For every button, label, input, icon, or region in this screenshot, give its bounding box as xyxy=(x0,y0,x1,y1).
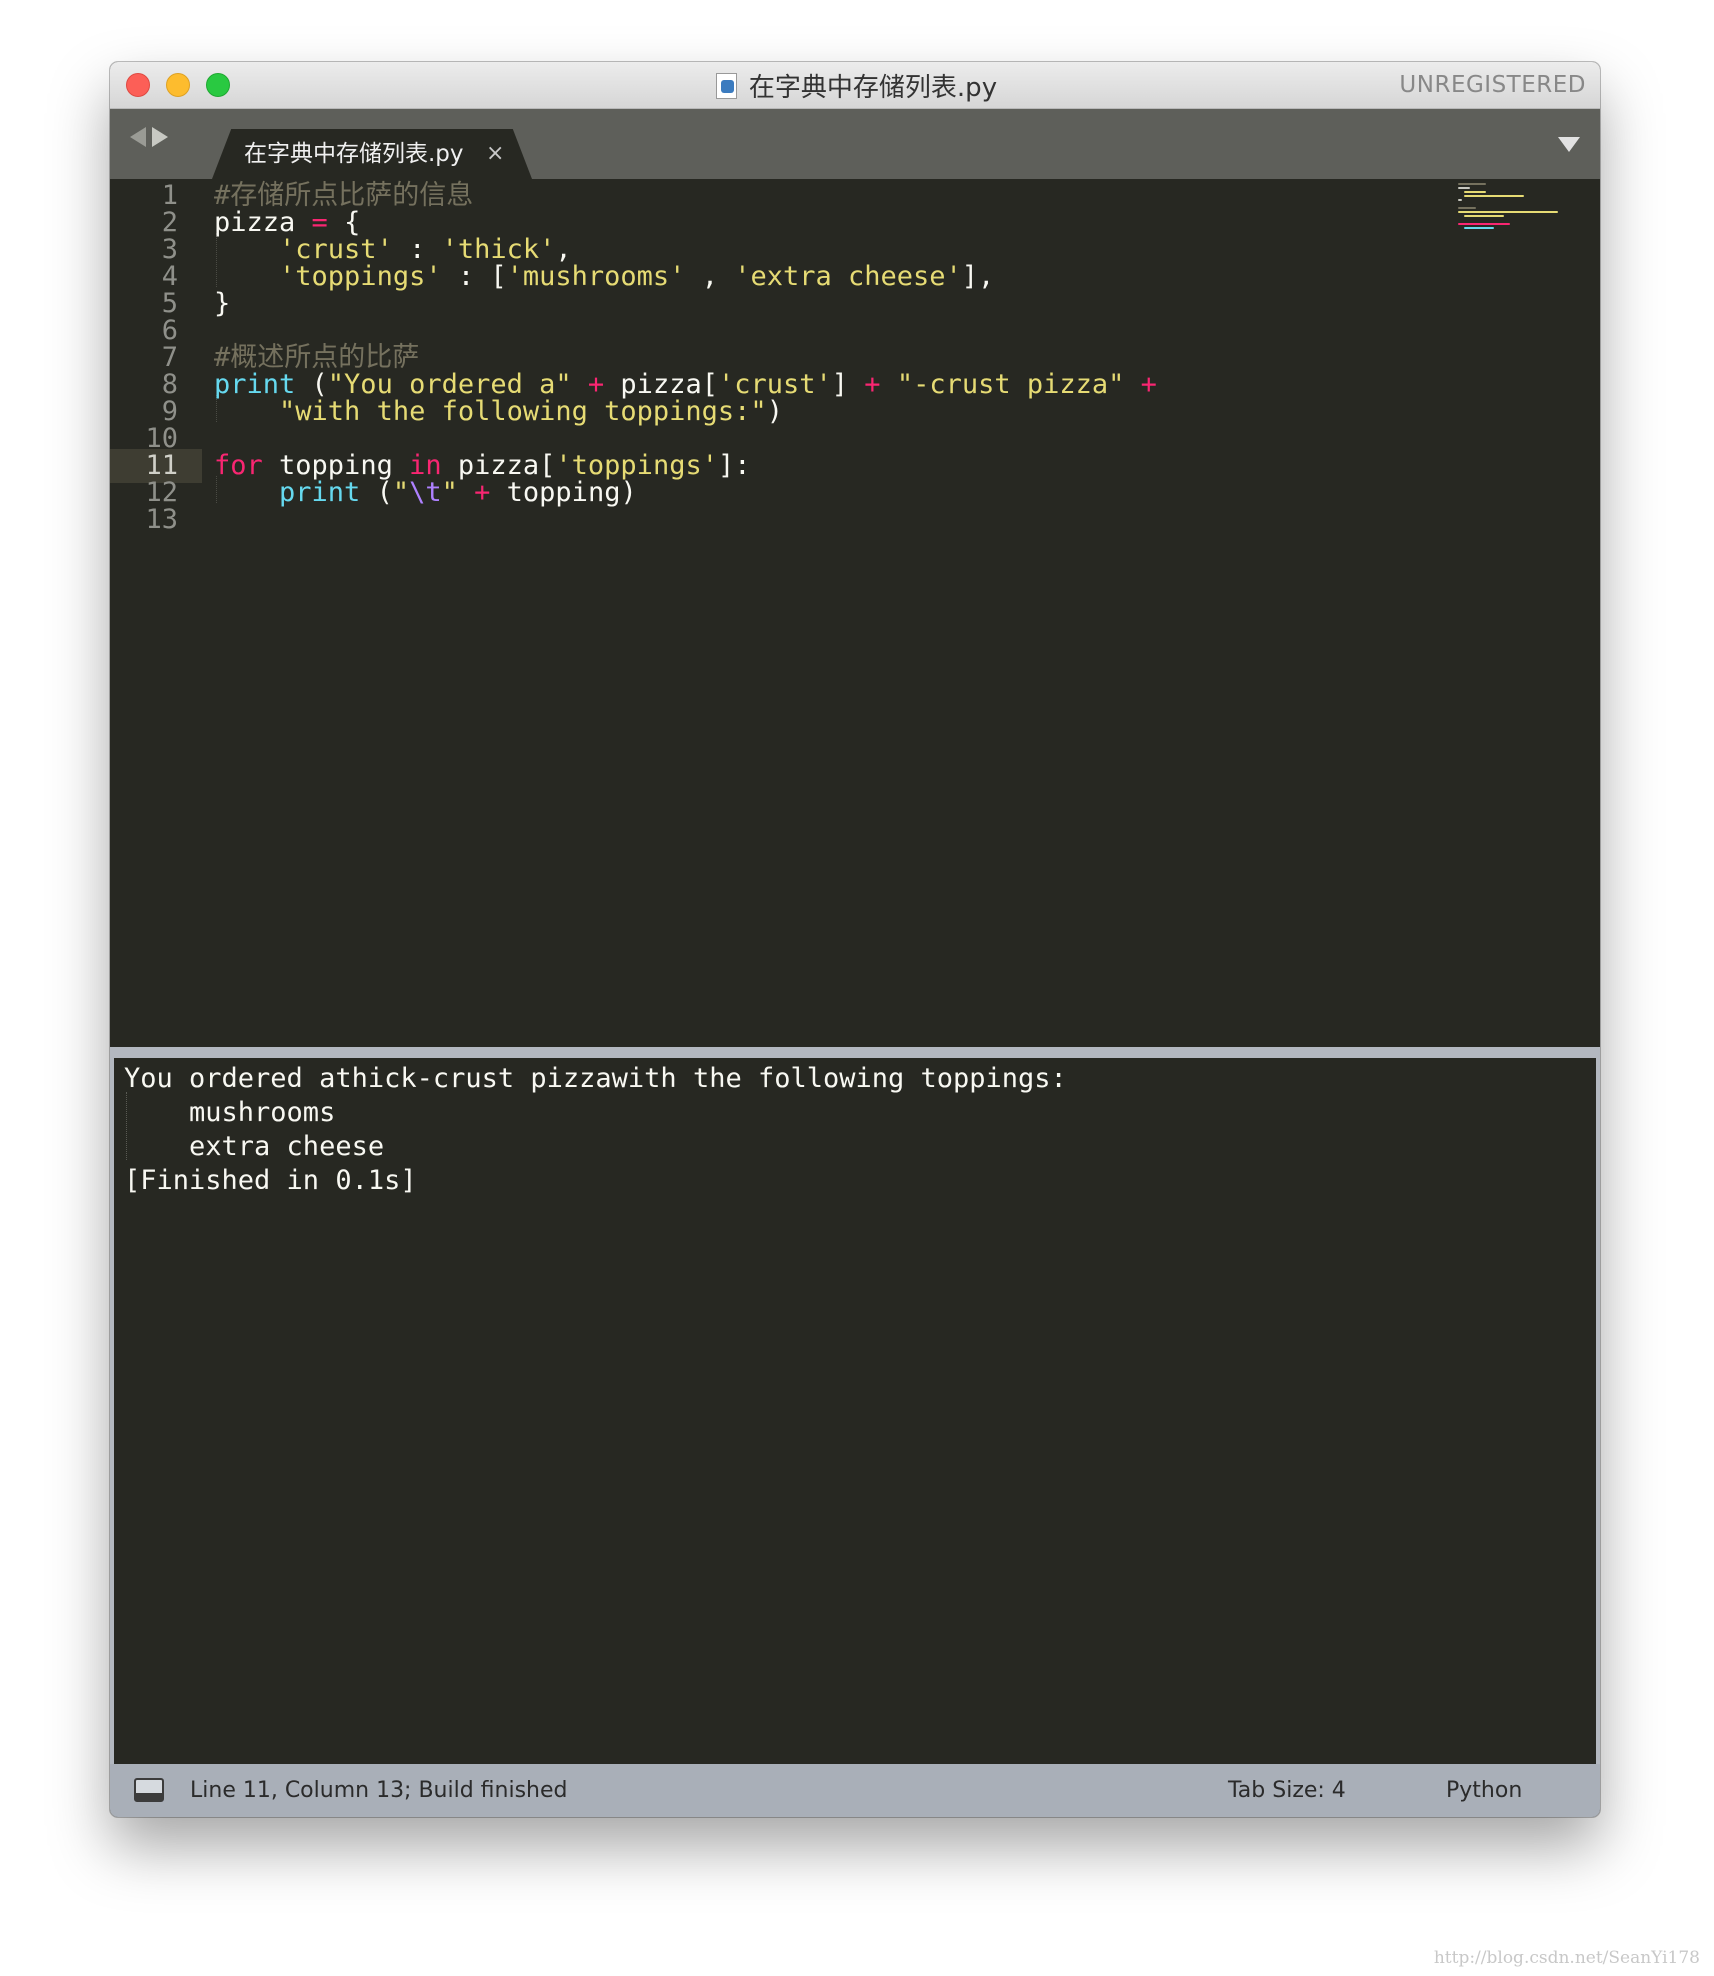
string-token: 'mushrooms' xyxy=(506,261,686,292)
window-title: 在字典中存储列表.py xyxy=(110,62,1600,108)
panel-splitter[interactable] xyxy=(110,1047,1600,1058)
tab-close-icon[interactable]: × xyxy=(486,129,504,179)
editor-window: 在字典中存储列表.py UNREGISTERED 在字典中存储列表.py × 1… xyxy=(110,62,1600,1817)
indent-token xyxy=(214,396,279,427)
function-token: print xyxy=(279,477,361,508)
watermark: http://blog.csdn.net/SeanYi178 xyxy=(1433,1948,1700,1968)
tab-size-selector[interactable]: Tab Size: 4 xyxy=(1228,1764,1346,1817)
tab-bar: 在字典中存储列表.py × xyxy=(110,109,1600,179)
punct-token: ], xyxy=(961,261,995,292)
string-token: "with the following toppings:" xyxy=(279,396,767,427)
output-frame xyxy=(1596,1058,1600,1768)
punct-token: ) xyxy=(766,396,783,427)
code-line-12: print ("\t" + topping) xyxy=(214,476,637,510)
window-title-text: 在字典中存储列表.py xyxy=(748,72,998,103)
line-number: 13 xyxy=(145,504,178,535)
operator-token: + xyxy=(864,369,881,400)
status-bar: Line 11, Column 13; Build finished Tab S… xyxy=(110,1764,1600,1817)
punct-token: , xyxy=(685,261,735,292)
punct-token: } xyxy=(214,288,231,319)
tab-navigation xyxy=(130,127,168,147)
output-panel-icon[interactable] xyxy=(134,1778,164,1802)
title-bar: 在字典中存储列表.py UNREGISTERED xyxy=(110,62,1600,109)
output-line: [Finished in 0.1s] xyxy=(124,1165,417,1196)
punct-token: ] xyxy=(831,369,865,400)
operator-token: + xyxy=(474,477,491,508)
code-editor[interactable]: 1 2 3 4 5 6 7 8 9 10 11 12 13 #存储所点比萨的信息… xyxy=(110,179,1600,1047)
string-token: " xyxy=(441,477,458,508)
escape-token: \t xyxy=(409,477,442,508)
back-arrow-icon[interactable] xyxy=(130,127,146,147)
string-token: 'toppings' xyxy=(279,261,442,292)
output-line: extra cheese xyxy=(124,1131,385,1162)
operator-token: + xyxy=(1140,369,1157,400)
syntax-selector[interactable]: Python xyxy=(1446,1764,1522,1817)
indent-token xyxy=(214,477,279,508)
tab-label: 在字典中存储列表.py xyxy=(244,141,464,167)
tab-file[interactable]: 在字典中存储列表.py × xyxy=(212,129,532,179)
dropdown-arrow-icon[interactable] xyxy=(1558,137,1580,152)
code-line-4: 'toppings' : ['mushrooms' , 'extra chees… xyxy=(214,260,994,294)
punct-token: ( xyxy=(360,477,393,508)
status-position: Line 11, Column 13; Build finished xyxy=(190,1778,568,1803)
minimap[interactable] xyxy=(1458,183,1570,233)
code-line-5: } xyxy=(214,287,230,321)
identifier-token: topping) xyxy=(490,477,637,508)
string-token: "-crust pizza" xyxy=(896,369,1125,400)
unregistered-label: UNREGISTERED xyxy=(1399,72,1586,98)
string-token: " xyxy=(392,477,410,508)
output-line: mushrooms xyxy=(124,1097,336,1128)
forward-arrow-icon[interactable] xyxy=(152,127,168,147)
output-line: You ordered athick-crust pizzawith the f… xyxy=(124,1063,1067,1094)
string-token: 'extra cheese' xyxy=(734,261,962,292)
python-file-icon xyxy=(713,72,739,99)
build-output-panel[interactable]: You ordered athick-crust pizzawith the f… xyxy=(114,1058,1596,1764)
punct-token: : [ xyxy=(441,261,507,292)
line-number-gutter: 1 2 3 4 5 6 7 8 9 10 11 12 13 xyxy=(110,179,202,1047)
code-line-9: "with the following toppings:") xyxy=(214,395,783,429)
punct-token: ]: xyxy=(717,450,751,481)
